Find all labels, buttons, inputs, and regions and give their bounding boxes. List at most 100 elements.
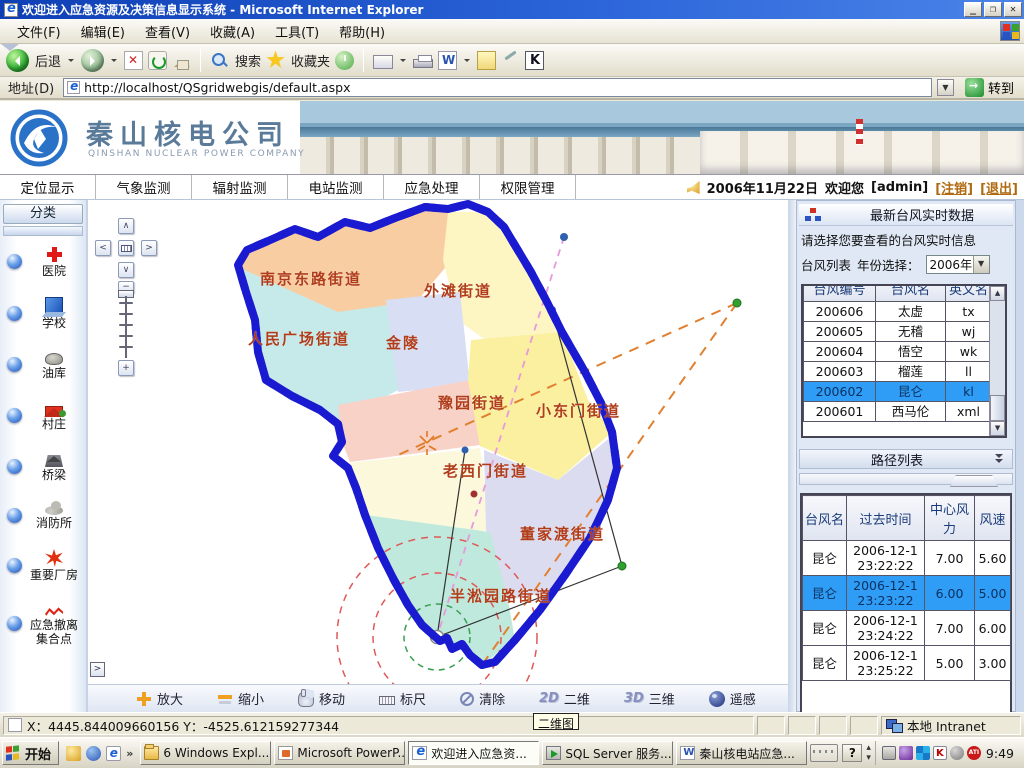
table-row[interactable]: 昆仑2006-12-1 23:24:227.006.00 [803, 611, 1011, 646]
sidebar-item-bridge[interactable]: 桥梁 [0, 450, 86, 482]
network-tray-icon[interactable] [916, 746, 930, 760]
print-button[interactable] [413, 59, 433, 68]
restore-button[interactable]: ❐ [984, 2, 1002, 17]
map-tool-移动[interactable]: 移动 [298, 689, 345, 708]
year-select[interactable]: 2006年 ▼ [926, 255, 990, 274]
pan-left-button[interactable]: < [95, 240, 111, 256]
mail-dropdown-icon[interactable] [400, 59, 406, 65]
table-row[interactable]: 昆仑2006-12-1 23:25:225.003.00 [803, 646, 1011, 681]
history-button[interactable] [335, 51, 354, 70]
menu-item-3[interactable]: 收藏(A) [201, 19, 264, 44]
sql-server-tray-icon[interactable] [882, 746, 896, 760]
right-scroll-strip[interactable] [1016, 200, 1024, 712]
go-button[interactable]: 转到 [959, 78, 1020, 97]
task-button-3[interactable]: SQL Server 服务... [542, 741, 673, 765]
address-input[interactable]: http://localhost/QSgridwebgis/default.as… [63, 78, 932, 97]
forward-button[interactable] [81, 49, 119, 72]
typhoon-point-green[interactable] [733, 299, 741, 307]
table-row[interactable]: 200604悟空wk [804, 342, 990, 362]
typhoon-point-blue[interactable] [560, 233, 568, 241]
quick-launch-overflow-icon[interactable]: » [126, 747, 133, 760]
map-tool-三维[interactable]: 3D三维 [624, 689, 675, 708]
nav-tab-1[interactable]: 气象监测 [96, 175, 192, 199]
sidebar-item-village[interactable]: 村庄 [0, 399, 86, 431]
panel-splitter[interactable] [788, 200, 796, 712]
map-tool-遥感[interactable]: 遥感 [709, 689, 756, 708]
favorites-button[interactable]: 收藏夹 [266, 51, 330, 70]
start-button[interactable]: 开始 [2, 741, 59, 765]
pan-down-button[interactable]: ∨ [118, 262, 134, 278]
sidebar-item-oil-depot[interactable]: 油库 [0, 349, 86, 380]
pan-right-button[interactable]: > [141, 240, 157, 256]
table-row[interactable]: 200603榴莲ll [804, 362, 990, 382]
task-button-1[interactable]: Microsoft PowerP... [274, 741, 405, 765]
menu-item-1[interactable]: 编辑(E) [72, 19, 134, 44]
editor-pen-button[interactable] [501, 51, 520, 70]
exit-link[interactable]: [退出] [980, 178, 1018, 197]
mail-button[interactable] [373, 52, 408, 69]
quick-launch-ie-icon[interactable]: e [106, 746, 121, 761]
back-dropdown-icon[interactable] [68, 59, 74, 65]
map-tool-放大[interactable]: 放大 [136, 689, 183, 708]
ati-tray-icon[interactable]: ATI [967, 746, 981, 760]
map-tool-标尺[interactable]: 标尺 [379, 689, 426, 708]
zoom-in-step-button[interactable]: + [118, 360, 134, 376]
year-dropdown-icon[interactable]: ▼ [973, 256, 989, 273]
table-row[interactable]: 昆仑2006-12-1 23:22:227.005.60 [803, 541, 1011, 576]
table-row[interactable]: 200605无稽wj [804, 322, 990, 342]
zoom-slider-track[interactable] [118, 296, 134, 358]
home-button[interactable] [172, 51, 191, 70]
quick-launch-icon[interactable] [86, 746, 101, 761]
collapse-chevrons-icon[interactable] [994, 454, 1004, 464]
typhoon-point-red[interactable] [471, 491, 478, 498]
antivirus-tray-icon[interactable]: K [933, 746, 947, 760]
close-button[interactable]: ✕ [1004, 2, 1022, 17]
table-row[interactable]: 200601西马伦xml [804, 402, 990, 422]
minimize-button[interactable]: _ [964, 2, 982, 17]
nav-tab-2[interactable]: 辐射监测 [192, 175, 288, 199]
nav-tab-0[interactable]: 定位显示 [0, 175, 96, 199]
typhoon-point-green[interactable] [618, 562, 626, 570]
table-row[interactable]: 昆仑2006-12-1 23:23:226.005.00 [803, 576, 1011, 611]
full-extent-button[interactable] [118, 240, 134, 256]
nav-tab-5[interactable]: 权限管理 [480, 175, 576, 199]
sidebar-item-important-plant[interactable]: 重要厂房 [0, 549, 86, 582]
k-plugin-button[interactable] [525, 51, 544, 70]
table-row[interactable]: 200606太虚tx [804, 302, 990, 322]
table-row[interactable]: 200602昆仑kl [804, 382, 990, 402]
update-tray-icon[interactable] [950, 746, 964, 760]
refresh-button[interactable] [148, 51, 167, 70]
messenger-tray-icon[interactable] [899, 746, 913, 760]
help-tray-button[interactable]: ? [842, 744, 862, 762]
scroll-thumb[interactable] [990, 395, 1005, 421]
edit-word-button[interactable] [438, 51, 472, 70]
menu-item-4[interactable]: 工具(T) [266, 19, 328, 44]
menu-item-2[interactable]: 查看(V) [136, 19, 199, 44]
tray-expand-icon[interactable]: ▴▾ [866, 743, 871, 763]
menu-item-0[interactable]: 文件(F) [8, 19, 70, 44]
sidebar-item-fire-station[interactable]: 消防所 [0, 501, 86, 530]
address-dropdown-icon[interactable]: ▼ [937, 79, 954, 96]
sidebar-item-school[interactable]: 学校 [0, 297, 86, 330]
sidebar-item-hospital[interactable]: 医院 [0, 245, 86, 278]
scroll-down-icon[interactable]: ▼ [990, 421, 1005, 436]
search-button[interactable]: 搜索 [210, 51, 261, 70]
typhoon-point-blue[interactable] [462, 447, 469, 454]
forward-dropdown-icon[interactable] [111, 59, 117, 65]
quick-launch-icon[interactable] [66, 746, 81, 761]
notes-button[interactable] [477, 51, 496, 70]
path-list-header[interactable]: 路径列表 [799, 449, 1013, 469]
keyboard-layout-icon[interactable] [810, 744, 838, 762]
map-tool-二维[interactable]: 2D二维 [539, 689, 590, 708]
logout-link[interactable]: [注销] [935, 178, 973, 197]
sidebar-expand-button[interactable]: > [90, 662, 105, 677]
stop-button[interactable] [124, 51, 143, 70]
map-canvas[interactable]: 南京东路街道外滩街道人民广场街道金陵豫园街道小东门街道老西门街道董家渡街道半淞园… [88, 200, 788, 684]
edit-dropdown-icon[interactable] [464, 59, 470, 65]
sidebar-item-assembly-point[interactable]: 应急撤离集合点 [0, 601, 86, 646]
map-tool-缩小[interactable]: 缩小 [217, 689, 264, 708]
task-button-2[interactable]: 欢迎进入应急资... [408, 741, 539, 765]
nav-tab-3[interactable]: 电站监测 [288, 175, 384, 199]
task-button-0[interactable]: 6 Windows Expl...▼ [140, 741, 271, 765]
typhoon-table-scrollbar[interactable]: ▲ ▼ [989, 286, 1005, 436]
